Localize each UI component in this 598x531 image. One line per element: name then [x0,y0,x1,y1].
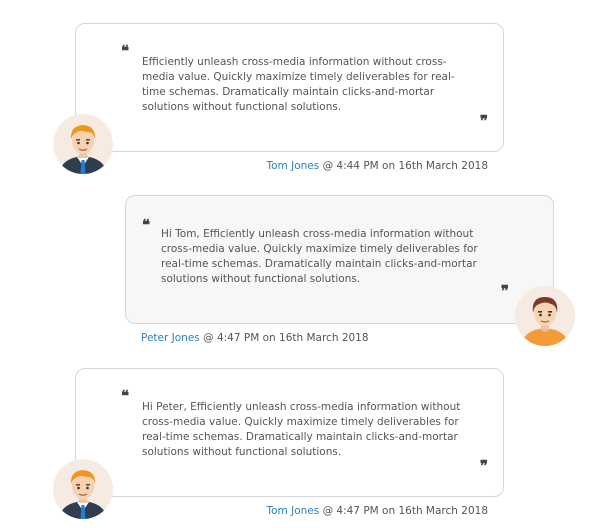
message-meta: Tom Jones @ 4:44 PM on 16th March 2018 [266,159,488,173]
message-bubble: ❝ Efficiently unleash cross-media inform… [75,23,504,152]
tom-jones-avatar-icon [59,125,107,174]
close-quote-icon: ❞ [479,112,488,130]
message-meta: Tom Jones @ 4:47 PM on 16th March 2018 [266,504,488,518]
open-quote-icon: ❝ [121,387,129,405]
open-quote-icon: ❝ [142,216,150,234]
message-text: Hi Peter, Efficiently unleash cross-medi… [142,401,461,458]
message-meta: Peter Jones @ 4:47 PM on 16th March 2018 [141,331,369,345]
message-text: Hi Tom, Efficiently unleash cross-media … [161,228,478,285]
message-bubble: ❝ Hi Tom, Efficiently unleash cross-medi… [125,195,554,324]
avatar [53,114,113,174]
open-quote-icon: ❝ [121,42,129,60]
timestamp: @ 4:47 PM on 16th March 2018 [203,332,369,344]
timestamp: @ 4:44 PM on 16th March 2018 [322,160,488,172]
author-link[interactable]: Peter Jones [141,332,200,344]
author-link[interactable]: Tom Jones [266,160,319,172]
timestamp: @ 4:47 PM on 16th March 2018 [322,505,488,517]
message-bubble: ❝ Hi Peter, Efficiently unleash cross-me… [75,368,504,497]
message-text: Efficiently unleash cross-media informat… [142,56,455,113]
avatar [53,459,113,519]
close-quote-icon: ❞ [479,457,488,475]
author-link[interactable]: Tom Jones [266,505,319,517]
avatar [515,286,575,346]
close-quote-icon: ❞ [500,282,509,300]
peter-jones-avatar-icon [521,297,569,346]
tom-jones-avatar-icon [59,470,107,519]
